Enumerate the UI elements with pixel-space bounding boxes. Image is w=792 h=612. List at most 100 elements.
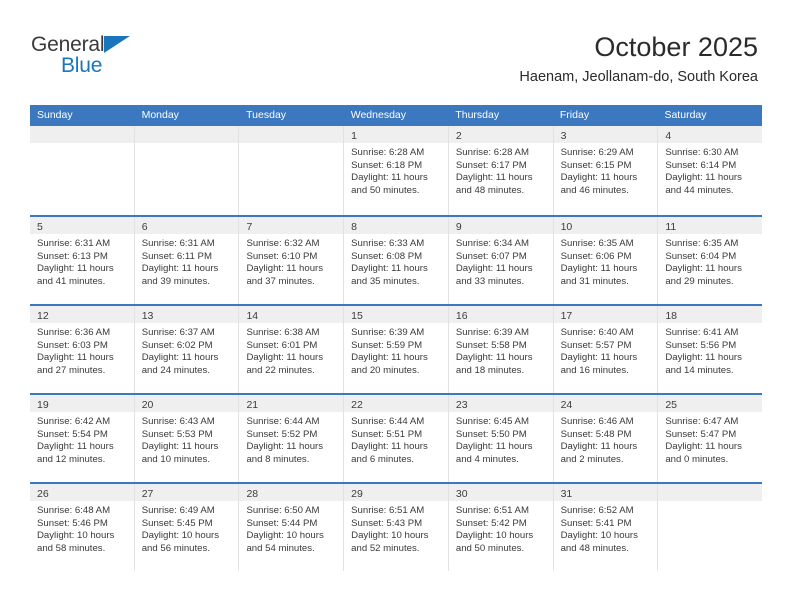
- day-details: Sunrise: 6:39 AM Sunset: 5:59 PM Daylight:…: [344, 323, 448, 377]
- day-info-line: Sunrise: 6:31 AM: [141, 238, 215, 249]
- day-number-band: 23: [448, 395, 553, 412]
- day-details: Sunrise: 6:28 AM Sunset: 6:18 PM Daylight:…: [344, 143, 448, 197]
- calendar-day-cell[interactable]: 16 Sunrise: 6:39 AM Sunset: 5:58 PM Dayligh…: [447, 306, 553, 393]
- day-details: Sunrise: 6:37 AM Sunset: 6:02 PM Daylight:…: [135, 323, 239, 377]
- day-info-line: Daylight: 11 hours: [37, 441, 114, 453]
- day-info-line: and 46 minutes.: [560, 184, 629, 196]
- day-number-band: 3: [553, 126, 658, 143]
- day-details: Sunrise: 6:34 AM Sunset: 6:07 PM Daylight:…: [449, 234, 553, 288]
- day-info-line: Sunset: 5:52 PM: [246, 428, 318, 440]
- calendar-day-cell[interactable]: 19 Sunrise: 6:42 AM Sunset: 5:54 PM Dayligh…: [30, 395, 134, 482]
- calendar-day-cell[interactable]: 4 Sunrise: 6:30 AM Sunset: 6:14 PM Daylight…: [657, 126, 763, 215]
- day-details: Sunrise: 6:42 AM Sunset: 5:54 PM Daylight:…: [30, 412, 134, 466]
- day-number-band: 27: [134, 484, 239, 501]
- calendar-day-cell[interactable]: 22 Sunrise: 6:44 AM Sunset: 5:51 PM Dayligh…: [343, 395, 448, 482]
- calendar-day-cell[interactable]: 30 Sunrise: 6:51 AM Sunset: 5:42 PM Dayligh…: [447, 484, 553, 571]
- day-info-line: and 0 minutes.: [665, 453, 729, 465]
- day-info-line: Sunset: 6:01 PM: [246, 339, 318, 351]
- day-number-band: 21: [239, 395, 344, 412]
- calendar-day-cell[interactable]: 15 Sunrise: 6:39 AM Sunset: 5:59 PM Dayligh…: [343, 306, 448, 393]
- day-info-line: Sunrise: 6:36 AM: [37, 327, 111, 338]
- calendar-day-cell[interactable]: 11 Sunrise: 6:35 AM Sunset: 6:04 PM Dayligh…: [657, 217, 763, 304]
- day-details: Sunrise: 6:45 AM Sunset: 5:50 PM Daylight:…: [449, 412, 553, 466]
- day-info-line: Daylight: 11 hours: [665, 352, 742, 364]
- calendar-day-cell[interactable]: 12 Sunrise: 6:36 AM Sunset: 6:03 PM Dayligh…: [30, 306, 134, 393]
- day-info-line: Daylight: 11 hours: [141, 352, 219, 364]
- day-info-line: and 14 minutes.: [665, 364, 734, 376]
- calendar-day-cell[interactable]: 17 Sunrise: 6:40 AM Sunset: 5:57 PM Dayligh…: [552, 306, 658, 393]
- calendar-day-cell[interactable]: 2 Sunrise: 6:28 AM Sunset: 6:17 PM Daylight…: [447, 126, 553, 215]
- day-details: [239, 143, 343, 147]
- weekday-header-friday: Friday: [559, 109, 590, 121]
- calendar-day-cell[interactable]: 5 Sunrise: 6:31 AM Sunset: 6:13 PM Daylight…: [30, 217, 134, 304]
- weekday-header-tuesday: Tuesday: [246, 109, 287, 121]
- day-number: 6: [141, 221, 148, 233]
- general-blue-logo[interactable]: General Blue: [31, 33, 251, 83]
- calendar-day-cell[interactable]: 25 Sunrise: 6:47 AM Sunset: 5:47 PM Dayligh…: [657, 395, 763, 482]
- day-info-line: Sunset: 6:08 PM: [351, 250, 423, 262]
- calendar-day-cell[interactable]: 9 Sunrise: 6:34 AM Sunset: 6:07 PM Daylight…: [447, 217, 553, 304]
- day-info-line: Sunrise: 6:28 AM: [455, 147, 529, 158]
- weekday-header-sunday: Sunday: [37, 109, 73, 121]
- calendar-day-cell[interactable]: 27 Sunrise: 6:49 AM Sunset: 5:45 PM Dayligh…: [133, 484, 239, 571]
- calendar-day-cell[interactable]: 3 Sunrise: 6:29 AM Sunset: 6:15 PM Daylight…: [552, 126, 658, 215]
- day-info-line: Daylight: 11 hours: [351, 172, 428, 184]
- day-info-line: Sunset: 5:54 PM: [37, 428, 108, 440]
- day-info-line: Sunset: 6:10 PM: [246, 250, 318, 262]
- calendar-day-cell[interactable]: 13 Sunrise: 6:37 AM Sunset: 6:02 PM Dayligh…: [133, 306, 239, 393]
- day-details: Sunrise: 6:38 AM Sunset: 6:01 PM Daylight:…: [239, 323, 343, 377]
- calendar-day-cell[interactable]: 29 Sunrise: 6:51 AM Sunset: 5:43 PM Dayligh…: [343, 484, 448, 571]
- calendar-week-row: 12 Sunrise: 6:36 AM Sunset: 6:03 PM Dayligh…: [30, 304, 763, 393]
- calendar-day-cell[interactable]: 24 Sunrise: 6:46 AM Sunset: 5:48 PM Dayligh…: [552, 395, 658, 482]
- day-details: Sunrise: 6:35 AM Sunset: 6:06 PM Daylight:…: [554, 234, 658, 288]
- day-info-line: Daylight: 11 hours: [665, 172, 742, 184]
- day-info-line: Daylight: 10 hours: [141, 530, 220, 542]
- calendar-day-cell[interactable]: 6 Sunrise: 6:31 AM Sunset: 6:11 PM Daylight…: [133, 217, 239, 304]
- calendar-day-cell-empty: [657, 484, 763, 571]
- day-number-band: 17: [553, 306, 658, 323]
- day-info-line: Daylight: 11 hours: [560, 441, 638, 453]
- calendar-day-cell[interactable]: 14 Sunrise: 6:38 AM Sunset: 6:01 PM Dayligh…: [238, 306, 344, 393]
- calendar-day-cell[interactable]: 18 Sunrise: 6:41 AM Sunset: 5:56 PM Dayligh…: [657, 306, 763, 393]
- day-number-band: 2: [448, 126, 553, 143]
- day-number: 15: [351, 310, 363, 322]
- day-info-line: Sunset: 5:48 PM: [560, 428, 632, 440]
- calendar-day-cell[interactable]: 23 Sunrise: 6:45 AM Sunset: 5:50 PM Dayligh…: [447, 395, 553, 482]
- day-info-line: and 50 minutes.: [455, 542, 525, 554]
- calendar-day-cell[interactable]: 26 Sunrise: 6:48 AM Sunset: 5:46 PM Dayligh…: [30, 484, 134, 571]
- calendar-day-cell[interactable]: 21 Sunrise: 6:44 AM Sunset: 5:52 PM Dayligh…: [238, 395, 344, 482]
- calendar-day-cell[interactable]: 31 Sunrise: 6:52 AM Sunset: 5:41 PM Dayligh…: [552, 484, 658, 571]
- calendar-day-cell[interactable]: 20 Sunrise: 6:43 AM Sunset: 5:53 PM Dayligh…: [133, 395, 239, 482]
- calendar-day-cell[interactable]: 10 Sunrise: 6:35 AM Sunset: 6:06 PM Dayligh…: [552, 217, 658, 304]
- day-details: Sunrise: 6:29 AM Sunset: 6:15 PM Daylight:…: [554, 143, 658, 197]
- day-number-band: 16: [448, 306, 553, 323]
- calendar-day-cell[interactable]: 8 Sunrise: 6:33 AM Sunset: 6:08 PM Daylight…: [343, 217, 448, 304]
- day-info-line: Sunset: 5:59 PM: [351, 339, 423, 351]
- day-details: Sunrise: 6:43 AM Sunset: 5:53 PM Daylight:…: [135, 412, 239, 466]
- day-info-line: Sunset: 5:58 PM: [455, 339, 527, 351]
- calendar-day-cell[interactable]: 7 Sunrise: 6:32 AM Sunset: 6:10 PM Daylight…: [238, 217, 344, 304]
- day-details: Sunrise: 6:48 AM Sunset: 5:46 PM Daylight:…: [30, 501, 134, 555]
- day-info-line: Daylight: 11 hours: [246, 441, 324, 453]
- day-number-band: [239, 126, 344, 143]
- day-info-line: Sunrise: 6:33 AM: [351, 238, 425, 249]
- day-info-line: Daylight: 10 hours: [560, 530, 638, 542]
- day-info-line: Sunrise: 6:50 AM: [246, 505, 320, 516]
- day-info-line: Daylight: 11 hours: [351, 263, 428, 275]
- day-info-line: and 35 minutes.: [351, 275, 420, 287]
- day-info-line: and 12 minutes.: [37, 453, 106, 465]
- day-number: 24: [560, 399, 573, 411]
- day-details: Sunrise: 6:49 AM Sunset: 5:45 PM Daylight:…: [135, 501, 239, 555]
- day-info-line: Daylight: 11 hours: [141, 441, 219, 453]
- day-info-line: Sunset: 6:07 PM: [455, 250, 527, 262]
- day-details: [135, 143, 239, 147]
- day-info-line: Sunset: 6:06 PM: [560, 250, 632, 262]
- day-info-line: Sunrise: 6:38 AM: [246, 327, 320, 338]
- calendar-day-cell[interactable]: 1 Sunrise: 6:28 AM Sunset: 6:18 PM Daylight…: [343, 126, 448, 215]
- calendar-day-cell[interactable]: 28 Sunrise: 6:50 AM Sunset: 5:44 PM Dayligh…: [238, 484, 344, 571]
- day-info-line: Daylight: 11 hours: [455, 263, 533, 275]
- day-info-line: Daylight: 11 hours: [37, 263, 114, 275]
- day-details: Sunrise: 6:44 AM Sunset: 5:52 PM Daylight:…: [239, 412, 343, 466]
- day-number: 28: [246, 488, 259, 500]
- day-info-line: and 31 minutes.: [560, 275, 629, 287]
